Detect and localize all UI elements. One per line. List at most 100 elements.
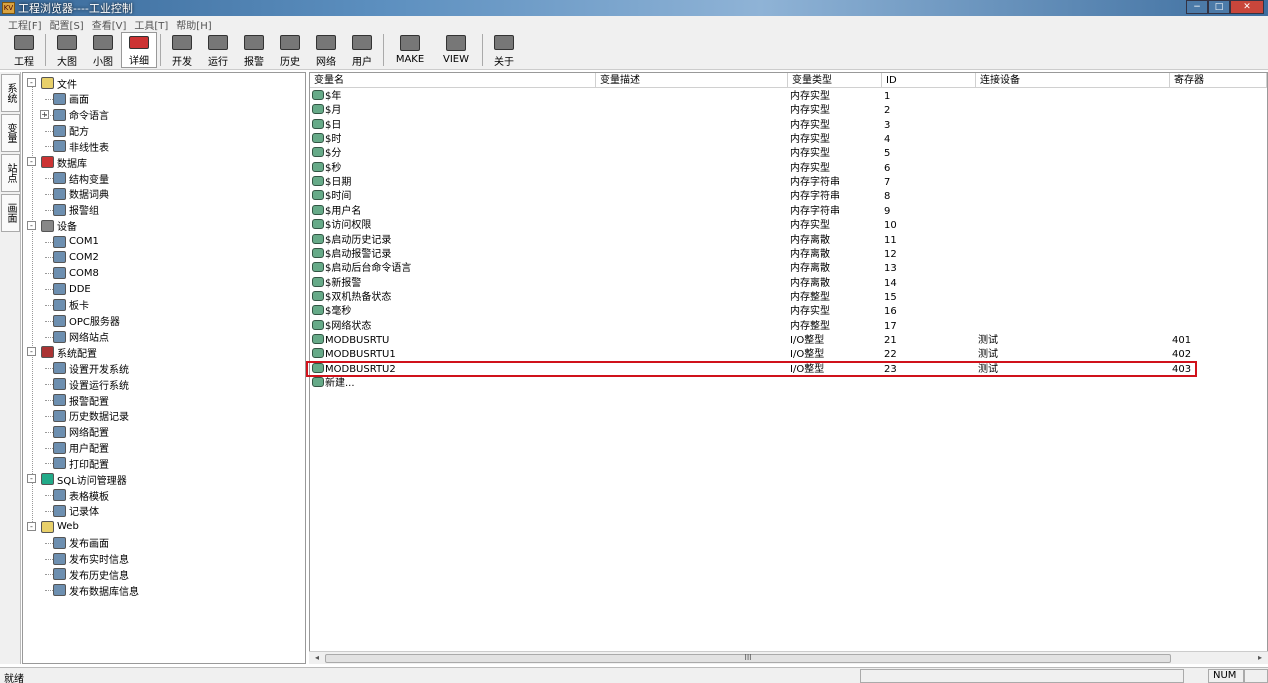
column-header-id[interactable]: ID (882, 73, 976, 88)
table-row[interactable]: $日 内存实型 3 (310, 118, 1267, 133)
run-button[interactable]: 运行 (200, 32, 236, 68)
tab-screens[interactable]: 画面 (1, 194, 20, 232)
table-row[interactable]: $时 内存实型 4 (310, 133, 1267, 147)
table-row[interactable]: $毫秒 内存实型 16 (310, 305, 1267, 319)
tree-node[interactable]: 非线性表 (53, 138, 109, 154)
tree-node[interactable]: 数据词典 (53, 186, 109, 202)
tree-node[interactable]: 记录体 (53, 503, 99, 519)
tree-node[interactable]: 打印配置 (53, 455, 109, 471)
tree-node[interactable]: 发布数据库信息 (53, 582, 139, 598)
tree-connector (45, 574, 53, 576)
table-row[interactable]: $启动历史记录 内存离散 11 (310, 233, 1267, 248)
tree-node[interactable]: 结构变量 (53, 170, 109, 186)
tree-expander-icon[interactable]: - (27, 157, 36, 167)
tree-node[interactable]: COM1 (53, 234, 99, 250)
project-button[interactable]: 工程 (6, 32, 42, 68)
table-row[interactable]: $双机热备状态 内存整型 15 (310, 290, 1267, 305)
table-row[interactable]: $时间 内存字符串 8 (310, 190, 1267, 204)
tree-node[interactable]: COM2 (53, 249, 99, 265)
tab-stations[interactable]: 站点 (1, 154, 20, 192)
tree-node-label: 设置运行系统 (69, 380, 129, 392)
menu-project[interactable]: 工程[F] (4, 17, 46, 32)
tree-expander-icon[interactable]: - (27, 78, 36, 87)
tree-node[interactable]: 配方 (53, 123, 89, 139)
column-header-register[interactable]: 寄存器 (1170, 73, 1267, 88)
small-icons-button[interactable]: 小图 (85, 32, 121, 68)
make-button[interactable]: MAKE (387, 32, 433, 68)
table-row[interactable]: $用户名 内存字符串 9 (310, 204, 1267, 219)
table-row[interactable]: $启动后台命令语言 内存离散 13 (310, 262, 1267, 276)
menu-config[interactable]: 配置[S] (46, 17, 88, 32)
menu-tools[interactable]: 工具[T] (130, 17, 172, 32)
tab-system[interactable]: 系统 (1, 74, 20, 112)
tree-expander-icon[interactable]: - (27, 347, 36, 357)
tree-node[interactable]: DDE (53, 281, 91, 297)
tab-variables[interactable]: 变量 (1, 114, 20, 152)
tree-node[interactable]: 文件 (41, 75, 77, 91)
table-row[interactable]: $日期 内存字符串 7 (310, 176, 1267, 190)
tree-node[interactable]: SQL访问管理器 (41, 471, 127, 487)
tree-node[interactable]: 报警组 (53, 202, 99, 218)
tree-node[interactable]: 用户配置 (53, 440, 109, 456)
table-row[interactable]: $新报警 内存离散 14 (310, 276, 1267, 291)
tree-node[interactable]: 系统配置 (41, 344, 97, 360)
column-header-device[interactable]: 连接设备 (976, 73, 1170, 88)
table-row[interactable]: $年 内存实型 1 (310, 90, 1267, 104)
tree-node[interactable]: 设置运行系统 (53, 376, 129, 392)
tree-node[interactable]: Web (41, 519, 79, 535)
details-button[interactable]: 详细 (121, 32, 157, 68)
project-tree[interactable]: - 文件 画面 + 命令语言 配方 非线性表 - 数据库 结构变量 数据词典 报警组 - 设备 COM1 CO… (22, 72, 306, 664)
tree-node[interactable]: 数据库 (41, 154, 87, 170)
menu-view[interactable]: 查看[V] (88, 17, 131, 32)
column-header-description[interactable]: 变量描述 (596, 73, 788, 88)
table-row[interactable]: $启动报警记录 内存离散 12 (310, 247, 1267, 262)
close-button[interactable]: ✕ (1230, 0, 1264, 14)
table-row[interactable]: MODBUSRTU I/O整型 21 测试 401 (310, 333, 1267, 348)
tree-node[interactable]: 设备 (41, 218, 77, 234)
menu-help[interactable]: 帮助[H] (172, 17, 215, 32)
alarm-button[interactable]: 报警 (236, 32, 272, 68)
scroll-thumb[interactable]: III (325, 654, 1171, 663)
tree-node-label: 历史数据记录 (69, 412, 129, 424)
tree-node[interactable]: 发布实时信息 (53, 551, 129, 567)
network-button[interactable]: 网络 (308, 32, 344, 68)
table-row[interactable]: $网络状态 内存整型 17 (310, 319, 1267, 334)
variable-icon (312, 219, 324, 230)
table-row[interactable]: $访问权限 内存实型 10 (310, 219, 1267, 233)
column-header-type[interactable]: 变量类型 (788, 73, 882, 88)
table-row[interactable]: $分 内存实型 5 (310, 147, 1267, 161)
tree-node-label: 表格模板 (69, 491, 109, 503)
column-header-name[interactable]: 变量名 (310, 73, 596, 88)
tree-node[interactable]: COM8 (53, 265, 99, 281)
tree-node[interactable]: 设置开发系统 (53, 360, 129, 376)
maximize-button[interactable]: □ (1208, 0, 1230, 14)
tree-node[interactable]: 命令语言 (53, 107, 109, 123)
tree-node[interactable]: 板卡 (53, 297, 89, 313)
view-button[interactable]: VIEW (433, 32, 479, 68)
tree-expander-icon[interactable]: - (27, 521, 36, 531)
table-row[interactable]: 新建... (310, 377, 1267, 391)
table-cell-type: 内存实型 (790, 119, 830, 131)
tree-node[interactable]: 画面 (53, 91, 89, 107)
tree-node[interactable]: 发布历史信息 (53, 566, 129, 582)
tree-expander-icon[interactable]: - (27, 220, 36, 230)
develop-button[interactable]: 开发 (164, 32, 200, 68)
scroll-right-icon[interactable]: ▸ (1254, 653, 1266, 663)
minimize-button[interactable]: − (1186, 0, 1208, 14)
about-button[interactable]: 关于 (486, 32, 522, 68)
history-button[interactable]: 历史 (272, 32, 308, 68)
table-row[interactable]: $月 内存实型 2 (310, 104, 1267, 118)
tree-expander-icon[interactable]: - (27, 474, 36, 484)
user-button[interactable]: 用户 (344, 32, 380, 68)
tree-node[interactable]: 网络配置 (53, 424, 109, 440)
tree-node[interactable]: 表格模板 (53, 487, 109, 503)
tree-node[interactable]: 发布画面 (53, 535, 109, 551)
horizontal-scrollbar[interactable]: ◂ III ▸ (309, 651, 1268, 664)
tree-node[interactable]: 网络站点 (53, 329, 109, 345)
tree-node[interactable]: OPC服务器 (53, 313, 120, 329)
tree-node[interactable]: 历史数据记录 (53, 408, 129, 424)
scroll-left-icon[interactable]: ◂ (311, 653, 323, 663)
tree-node[interactable]: 报警配置 (53, 392, 109, 408)
table-row[interactable]: $秒 内存实型 6 (310, 161, 1267, 176)
large-icons-button[interactable]: 大图 (49, 32, 85, 68)
